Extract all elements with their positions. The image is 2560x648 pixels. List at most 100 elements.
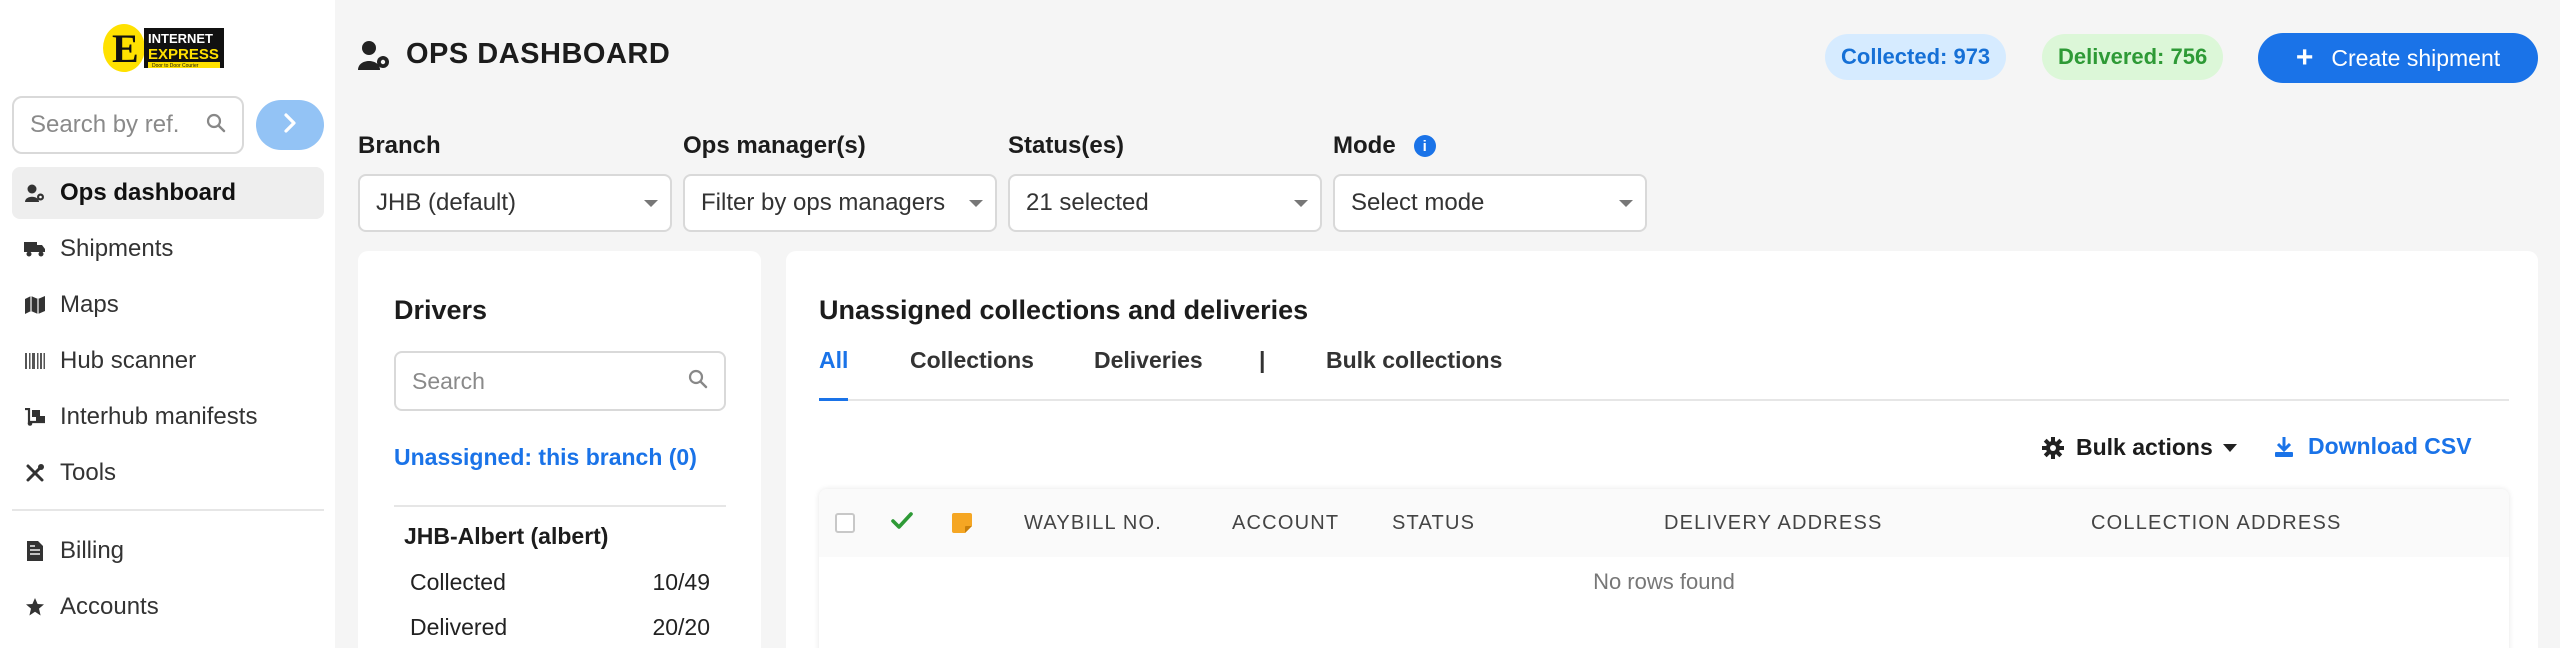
svg-text:E: E bbox=[112, 26, 139, 71]
page-title-text: OPS DASHBOARD bbox=[406, 38, 671, 70]
bulk-actions-label: Bulk actions bbox=[2076, 434, 2213, 460]
statuses-filter: Status(es) 21 selected bbox=[1008, 132, 1322, 232]
sidebar-item-tools[interactable]: Tools bbox=[12, 447, 324, 499]
search-go-button[interactable] bbox=[256, 100, 324, 150]
tab-collections[interactable]: Collections bbox=[910, 347, 1034, 399]
caret-down-icon bbox=[1294, 200, 1308, 207]
sticky-note-icon[interactable] bbox=[952, 513, 972, 538]
sidebar-item-billing[interactable]: Billing bbox=[12, 525, 324, 577]
plus-icon: + bbox=[2295, 41, 2314, 74]
driver-delivered-value: 20/20 bbox=[652, 614, 710, 640]
info-icon[interactable]: i bbox=[1413, 135, 1436, 157]
sidebar-item-maps[interactable]: Maps bbox=[12, 279, 324, 331]
unassigned-branch-link[interactable]: Unassigned: this branch (0) bbox=[394, 444, 697, 471]
unassigned-panel: Unassigned collections and deliveries Al… bbox=[786, 251, 2538, 648]
drivers-search-input[interactable] bbox=[412, 367, 688, 395]
caret-down-icon bbox=[969, 200, 983, 207]
driver-collected-row: Collected 10/49 bbox=[410, 569, 710, 596]
drivers-divider bbox=[394, 505, 726, 507]
tools-icon bbox=[24, 462, 46, 484]
sidebar-item-shipments[interactable]: Shipments bbox=[12, 223, 324, 275]
statuses-select[interactable]: 21 selected bbox=[1008, 174, 1322, 232]
download-csv-label: Download CSV bbox=[2308, 433, 2472, 459]
invoice-icon bbox=[24, 540, 46, 562]
tab-bulk-collections[interactable]: Bulk collections bbox=[1326, 347, 1502, 399]
unassigned-tabs: All Collections Deliveries | Bulk collec… bbox=[819, 347, 2509, 401]
mode-select[interactable]: Select mode bbox=[1333, 174, 1647, 232]
mode-label-text: Mode bbox=[1333, 132, 1396, 159]
sidebar-item-label: Ops dashboard bbox=[60, 179, 237, 206]
map-icon bbox=[24, 294, 46, 316]
unassigned-panel-title: Unassigned collections and deliveries bbox=[819, 295, 1309, 325]
search-icon bbox=[688, 369, 708, 394]
check-icon[interactable] bbox=[891, 511, 913, 536]
user-gear-icon bbox=[358, 40, 390, 70]
gear-icon bbox=[2042, 436, 2064, 459]
unassigned-table: WAYBILL NO. ACCOUNT STATUS DELIVERY ADDR… bbox=[819, 489, 2509, 648]
download-icon bbox=[2274, 436, 2294, 458]
sidebar-item-label: Hub scanner bbox=[60, 347, 197, 374]
column-header-account[interactable]: ACCOUNT bbox=[1232, 512, 1339, 535]
mode-label: Mode i bbox=[1333, 132, 1647, 160]
svg-text:EXPRESS: EXPRESS bbox=[148, 46, 219, 63]
barcode-icon bbox=[24, 350, 46, 372]
driver-collected-value: 10/49 bbox=[652, 569, 710, 595]
truck-icon bbox=[24, 238, 46, 260]
sidebar-item-interhub-manifests[interactable]: Interhub manifests bbox=[12, 391, 324, 443]
collected-count-badge: Collected: 973 bbox=[1825, 34, 2007, 80]
driver-delivered-row: Delivered 20/20 bbox=[410, 614, 710, 641]
sidebar-item-accounts[interactable]: Accounts bbox=[12, 581, 324, 633]
sidebar-item-label: Tools bbox=[60, 459, 117, 486]
reference-search-field[interactable] bbox=[12, 96, 244, 154]
sidebar-item-label: Maps bbox=[60, 291, 119, 318]
sidebar-item-label: Interhub manifests bbox=[60, 403, 258, 430]
chevron-right-icon bbox=[282, 112, 298, 139]
branch-label: Branch bbox=[358, 132, 441, 159]
sidebar-item-hub-scanner[interactable]: Hub scanner bbox=[12, 335, 324, 387]
sidebar-item-label: Billing bbox=[60, 537, 125, 564]
drivers-title: Drivers bbox=[394, 295, 488, 325]
reference-search-input[interactable] bbox=[30, 111, 206, 139]
search-icon bbox=[206, 113, 226, 138]
ops-managers-select[interactable]: Filter by ops managers bbox=[683, 174, 997, 232]
ops-managers-select-value: Filter by ops managers bbox=[701, 189, 946, 216]
company-logo[interactable]: E INTERNET EXPRESS Door to Door Courier bbox=[102, 22, 230, 74]
tab-all[interactable]: All bbox=[819, 347, 849, 401]
branch-select-value: JHB (default) bbox=[376, 189, 517, 216]
statuses-label: Status(es) bbox=[1008, 132, 1125, 159]
tab-separator: | bbox=[1259, 347, 1266, 373]
download-csv-button[interactable]: Download CSV bbox=[2274, 433, 2472, 460]
ops-managers-label: Ops manager(s) bbox=[683, 132, 866, 159]
column-header-delivery-address[interactable]: DELIVERY ADDRESS bbox=[1664, 512, 1883, 535]
caret-down-icon bbox=[644, 200, 658, 207]
svg-text:Door to Door Courier: Door to Door Courier bbox=[152, 63, 199, 69]
ops-managers-filter: Ops manager(s) Filter by ops managers bbox=[683, 132, 997, 232]
driver-name[interactable]: JHB-Albert (albert) bbox=[404, 523, 608, 550]
mode-filter: Mode i Select mode bbox=[1333, 132, 1647, 232]
column-header-collection-address[interactable]: COLLECTION ADDRESS bbox=[2091, 512, 2342, 535]
column-header-waybill[interactable]: WAYBILL NO. bbox=[1024, 512, 1162, 535]
select-all-checkbox[interactable] bbox=[835, 513, 855, 533]
sidebar-nav: Ops dashboard Shipments Maps Hub scanner… bbox=[12, 167, 324, 637]
dolly-icon bbox=[24, 406, 46, 428]
sidebar-item-ops-dashboard[interactable]: Ops dashboard bbox=[12, 167, 324, 219]
caret-down-icon bbox=[1619, 200, 1633, 207]
svg-text:INTERNET: INTERNET bbox=[148, 31, 213, 46]
driver-collected-label: Collected bbox=[410, 569, 506, 595]
caret-down-icon bbox=[2222, 443, 2237, 452]
drivers-search-field[interactable] bbox=[394, 351, 726, 411]
statuses-select-value: 21 selected bbox=[1026, 189, 1149, 216]
empty-table-message: No rows found bbox=[1593, 569, 1735, 594]
sidebar-divider bbox=[12, 509, 324, 511]
tab-deliveries[interactable]: Deliveries bbox=[1094, 347, 1203, 399]
star-icon bbox=[24, 596, 46, 618]
user-gear-icon bbox=[24, 182, 46, 204]
sidebar-item-label: Shipments bbox=[60, 235, 174, 262]
bulk-actions-button[interactable]: Bulk actions bbox=[2042, 434, 2237, 461]
branch-select[interactable]: JHB (default) bbox=[358, 174, 672, 232]
column-header-status[interactable]: STATUS bbox=[1392, 512, 1475, 535]
table-header: WAYBILL NO. ACCOUNT STATUS DELIVERY ADDR… bbox=[819, 489, 2509, 557]
create-shipment-button[interactable]: + Create shipment bbox=[2258, 33, 2538, 83]
page-title: OPS DASHBOARD bbox=[358, 38, 670, 71]
create-shipment-label: Create shipment bbox=[2331, 44, 2501, 71]
